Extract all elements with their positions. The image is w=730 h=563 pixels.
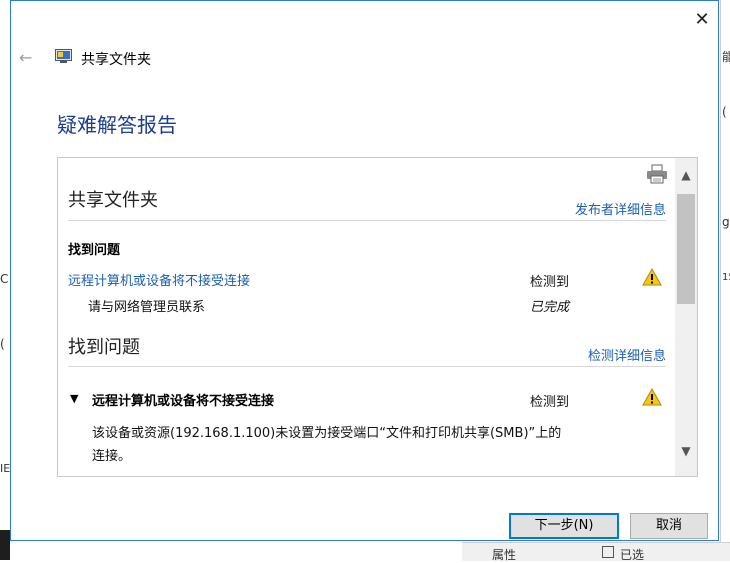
background-checkbox <box>602 546 614 558</box>
background-text-fragment: 15 <box>722 272 730 283</box>
background-window-dark <box>0 530 10 560</box>
issue-description-line2: 连接。 <box>92 449 132 464</box>
printer-icon[interactable] <box>646 164 668 184</box>
found-issues-label: 找到问题 <box>68 243 121 258</box>
collapse-toggle-icon[interactable]: ▼ <box>70 392 78 405</box>
completed-status: 已完成 <box>530 300 570 315</box>
background-properties-label: 属性 <box>492 548 517 562</box>
cancel-button[interactable]: 取消 <box>630 513 708 539</box>
contact-admin-text: 请与网络管理员联系 <box>88 300 206 315</box>
back-arrow-button[interactable]: ← <box>19 48 32 67</box>
next-button[interactable]: 下一步(N) <box>509 513 619 539</box>
background-text-fragment: g <box>722 215 730 229</box>
publisher-details-link[interactable]: 发布者详细信息 <box>458 199 666 218</box>
issue-description-line1: 该设备或资源(192.168.1.100)未设置为接受端口“文件和打印机共享(S… <box>92 426 562 441</box>
report-panel: 共享文件夹 发布者详细信息 找到问题 远程计算机或设备将不接受连接 检测到 请与… <box>57 157 698 477</box>
issue-title-remote-connection: 远程计算机或设备将不接受连接 <box>92 394 275 409</box>
section-divider <box>68 366 666 367</box>
warning-icon <box>642 388 662 406</box>
warning-icon <box>642 268 662 286</box>
background-text-fragment: 能 <box>722 50 730 64</box>
background-selected-label: 已选 <box>620 548 645 562</box>
background-text-fragment: ( <box>722 105 727 119</box>
shared-folder-icon <box>55 49 72 63</box>
section-divider <box>68 220 666 221</box>
issue-link-remote-connection[interactable]: 远程计算机或设备将不接受连接 <box>68 270 250 289</box>
window-title: 共享文件夹 <box>81 52 151 68</box>
section-title-found-issues: 找到问题 <box>68 337 140 358</box>
issue-status: 检测到 <box>530 275 570 290</box>
issue-status: 检测到 <box>530 395 570 410</box>
scroll-down-arrow-icon[interactable]: ▼ <box>675 444 697 464</box>
background-text-fragment: C <box>0 272 9 286</box>
close-button[interactable]: ✕ <box>691 9 713 31</box>
background-text-fragment: IE <box>0 462 11 475</box>
troubleshooter-dialog: ✕ ← 共享文件夹 疑难解答报告 共享文件夹 发布者详细信息 找到问题 远程计算… <box>10 0 719 541</box>
scroll-up-arrow-icon[interactable]: ▲ <box>675 168 697 188</box>
detection-details-link[interactable]: 检测详细信息 <box>458 345 666 364</box>
background-status-bar: 属性 已选 <box>462 542 730 562</box>
background-text-fragment: ( <box>0 337 5 351</box>
page-title: 疑难解答报告 <box>57 113 177 137</box>
section-title-shared-folder: 共享文件夹 <box>68 190 158 211</box>
scroll-thumb[interactable] <box>677 194 695 304</box>
vertical-scrollbar[interactable]: ▲ ▼ <box>675 158 697 476</box>
